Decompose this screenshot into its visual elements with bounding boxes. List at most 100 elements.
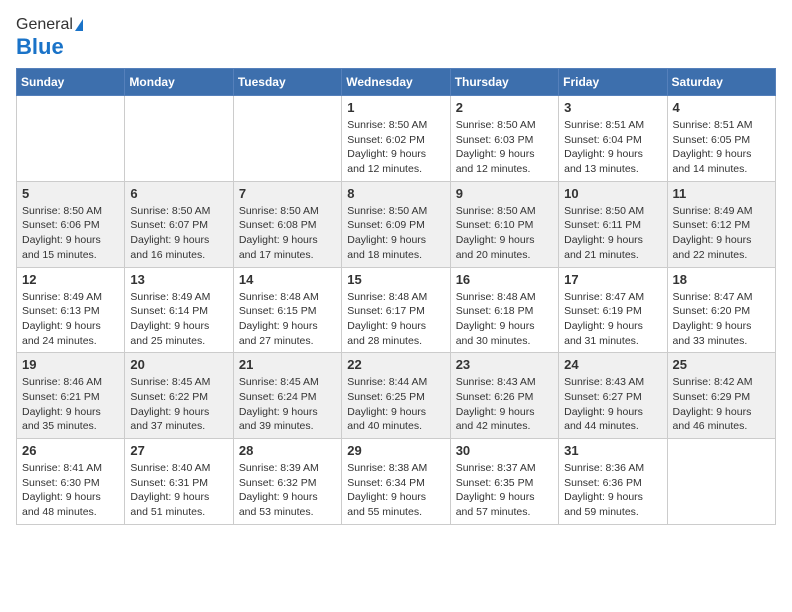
day-number: 8 — [347, 186, 444, 201]
day-info: Sunrise: 8:48 AM Sunset: 6:18 PM Dayligh… — [456, 290, 553, 349]
calendar-cell: 5Sunrise: 8:50 AM Sunset: 6:06 PM Daylig… — [17, 181, 125, 267]
day-info: Sunrise: 8:40 AM Sunset: 6:31 PM Dayligh… — [130, 461, 227, 520]
calendar-cell: 28Sunrise: 8:39 AM Sunset: 6:32 PM Dayli… — [233, 439, 341, 525]
day-info: Sunrise: 8:50 AM Sunset: 6:02 PM Dayligh… — [347, 118, 444, 177]
day-number: 15 — [347, 272, 444, 287]
calendar-cell: 15 Sunrise: 8:48 AM Sunset: 6:17 PM Dayli… — [342, 267, 450, 353]
logo-blue-text: Blue — [16, 34, 64, 60]
day-number: 2 — [456, 100, 553, 115]
day-info: Sunrise: 8:41 AM Sunset: 6:30 PM Dayligh… — [22, 461, 119, 520]
calendar-week-row: 5Sunrise: 8:50 AM Sunset: 6:06 PM Daylig… — [17, 181, 776, 267]
day-number: 7 — [239, 186, 336, 201]
calendar-cell — [125, 96, 233, 182]
calendar-cell: 3Sunrise: 8:51 AM Sunset: 6:04 PM Daylig… — [559, 96, 667, 182]
day-info: Sunrise: 8:39 AM Sunset: 6:32 PM Dayligh… — [239, 461, 336, 520]
day-number: 21 — [239, 357, 336, 372]
day-info: Sunrise: 8:50 AM Sunset: 6:09 PM Dayligh… — [347, 204, 444, 263]
day-number: 18 — [673, 272, 770, 287]
calendar-week-row: 19 Sunrise: 8:46 AM Sunset: 6:21 PM Dayli… — [17, 353, 776, 439]
weekday-header-row: SundayMondayTuesdayWednesdayThursdayFrid… — [17, 69, 776, 96]
day-info: Sunrise: 8:38 AM Sunset: 6:34 PM Dayligh… — [347, 461, 444, 520]
day-info: Sunrise: 8:45 AM Sunset: 6:22 PM Dayligh… — [130, 375, 227, 434]
calendar-cell: 12 Sunrise: 8:49 AM Sunset: 6:13 PM Dayli… — [17, 267, 125, 353]
day-info: Sunrise: 8:51 AM Sunset: 6:05 PM Dayligh… — [673, 118, 770, 177]
calendar-cell: 17 Sunrise: 8:47 AM Sunset: 6:19 PM Dayli… — [559, 267, 667, 353]
calendar-cell: 19 Sunrise: 8:46 AM Sunset: 6:21 PM Dayli… — [17, 353, 125, 439]
calendar-cell: 29 Sunrise: 8:38 AM Sunset: 6:34 PM Dayli… — [342, 439, 450, 525]
day-number: 10 — [564, 186, 661, 201]
calendar-cell: 31Sunrise: 8:36 AM Sunset: 6:36 PM Dayli… — [559, 439, 667, 525]
day-info: Sunrise: 8:50 AM Sunset: 6:07 PM Dayligh… — [130, 204, 227, 263]
day-info: Sunrise: 8:42 AM Sunset: 6:29 PM Dayligh… — [673, 375, 770, 434]
day-info: Sunrise: 8:47 AM Sunset: 6:19 PM Dayligh… — [564, 290, 661, 349]
calendar-table: SundayMondayTuesdayWednesdayThursdayFrid… — [16, 68, 776, 525]
calendar-cell — [667, 439, 775, 525]
calendar-cell: 14Sunrise: 8:48 AM Sunset: 6:15 PM Dayli… — [233, 267, 341, 353]
day-number: 25 — [673, 357, 770, 372]
day-info: Sunrise: 8:43 AM Sunset: 6:26 PM Dayligh… — [456, 375, 553, 434]
weekday-header-wednesday: Wednesday — [342, 69, 450, 96]
day-info: Sunrise: 8:48 AM Sunset: 6:17 PM Dayligh… — [347, 290, 444, 349]
header: General Blue — [16, 16, 776, 60]
day-number: 11 — [673, 186, 770, 201]
calendar-cell: 22 Sunrise: 8:44 AM Sunset: 6:25 PM Dayli… — [342, 353, 450, 439]
calendar-cell — [17, 96, 125, 182]
day-number: 24 — [564, 357, 661, 372]
calendar-cell: 10Sunrise: 8:50 AM Sunset: 6:11 PM Dayli… — [559, 181, 667, 267]
calendar-cell: 2 Sunrise: 8:50 AM Sunset: 6:03 PM Daylig… — [450, 96, 558, 182]
day-info: Sunrise: 8:50 AM Sunset: 6:03 PM Dayligh… — [456, 118, 553, 177]
day-number: 22 — [347, 357, 444, 372]
day-info: Sunrise: 8:44 AM Sunset: 6:25 PM Dayligh… — [347, 375, 444, 434]
calendar-week-row: 12 Sunrise: 8:49 AM Sunset: 6:13 PM Dayli… — [17, 267, 776, 353]
day-number: 14 — [239, 272, 336, 287]
calendar-cell — [233, 96, 341, 182]
day-info: Sunrise: 8:49 AM Sunset: 6:12 PM Dayligh… — [673, 204, 770, 263]
calendar-cell: 23 Sunrise: 8:43 AM Sunset: 6:26 PM Dayli… — [450, 353, 558, 439]
day-number: 12 — [22, 272, 119, 287]
weekday-header-tuesday: Tuesday — [233, 69, 341, 96]
weekday-header-friday: Friday — [559, 69, 667, 96]
day-info: Sunrise: 8:50 AM Sunset: 6:06 PM Dayligh… — [22, 204, 119, 263]
calendar-cell: 20 Sunrise: 8:45 AM Sunset: 6:22 PM Dayli… — [125, 353, 233, 439]
day-number: 6 — [130, 186, 227, 201]
day-number: 19 — [22, 357, 119, 372]
day-info: Sunrise: 8:47 AM Sunset: 6:20 PM Dayligh… — [673, 290, 770, 349]
day-number: 26 — [22, 443, 119, 458]
day-info: Sunrise: 8:49 AM Sunset: 6:14 PM Dayligh… — [130, 290, 227, 349]
day-info: Sunrise: 8:36 AM Sunset: 6:36 PM Dayligh… — [564, 461, 661, 520]
calendar-cell: 13Sunrise: 8:49 AM Sunset: 6:14 PM Dayli… — [125, 267, 233, 353]
day-info: Sunrise: 8:45 AM Sunset: 6:24 PM Dayligh… — [239, 375, 336, 434]
weekday-header-thursday: Thursday — [450, 69, 558, 96]
day-info: Sunrise: 8:50 AM Sunset: 6:08 PM Dayligh… — [239, 204, 336, 263]
day-info: Sunrise: 8:46 AM Sunset: 6:21 PM Dayligh… — [22, 375, 119, 434]
day-number: 20 — [130, 357, 227, 372]
day-info: Sunrise: 8:50 AM Sunset: 6:10 PM Dayligh… — [456, 204, 553, 263]
calendar-week-row: 26 Sunrise: 8:41 AM Sunset: 6:30 PM Dayli… — [17, 439, 776, 525]
calendar-cell: 7 Sunrise: 8:50 AM Sunset: 6:08 PM Daylig… — [233, 181, 341, 267]
day-info: Sunrise: 8:49 AM Sunset: 6:13 PM Dayligh… — [22, 290, 119, 349]
calendar-cell: 24Sunrise: 8:43 AM Sunset: 6:27 PM Dayli… — [559, 353, 667, 439]
day-number: 23 — [456, 357, 553, 372]
day-number: 9 — [456, 186, 553, 201]
day-number: 3 — [564, 100, 661, 115]
calendar-cell: 18 Sunrise: 8:47 AM Sunset: 6:20 PM Dayli… — [667, 267, 775, 353]
day-number: 29 — [347, 443, 444, 458]
calendar-cell: 25 Sunrise: 8:42 AM Sunset: 6:29 PM Dayli… — [667, 353, 775, 439]
calendar-cell: 26 Sunrise: 8:41 AM Sunset: 6:30 PM Dayli… — [17, 439, 125, 525]
logo: General Blue — [16, 16, 83, 60]
calendar-cell: 1Sunrise: 8:50 AM Sunset: 6:02 PM Daylig… — [342, 96, 450, 182]
calendar-cell: 11 Sunrise: 8:49 AM Sunset: 6:12 PM Dayli… — [667, 181, 775, 267]
day-number: 17 — [564, 272, 661, 287]
logo-general-text: General — [16, 16, 73, 34]
calendar-week-row: 1Sunrise: 8:50 AM Sunset: 6:02 PM Daylig… — [17, 96, 776, 182]
day-number: 16 — [456, 272, 553, 287]
calendar-cell: 9 Sunrise: 8:50 AM Sunset: 6:10 PM Daylig… — [450, 181, 558, 267]
weekday-header-saturday: Saturday — [667, 69, 775, 96]
weekday-header-sunday: Sunday — [17, 69, 125, 96]
calendar-cell: 16 Sunrise: 8:48 AM Sunset: 6:18 PM Dayli… — [450, 267, 558, 353]
day-info: Sunrise: 8:37 AM Sunset: 6:35 PM Dayligh… — [456, 461, 553, 520]
calendar-cell: 30Sunrise: 8:37 AM Sunset: 6:35 PM Dayli… — [450, 439, 558, 525]
calendar-cell: 8 Sunrise: 8:50 AM Sunset: 6:09 PM Daylig… — [342, 181, 450, 267]
logo-icon — [75, 19, 83, 31]
weekday-header-monday: Monday — [125, 69, 233, 96]
